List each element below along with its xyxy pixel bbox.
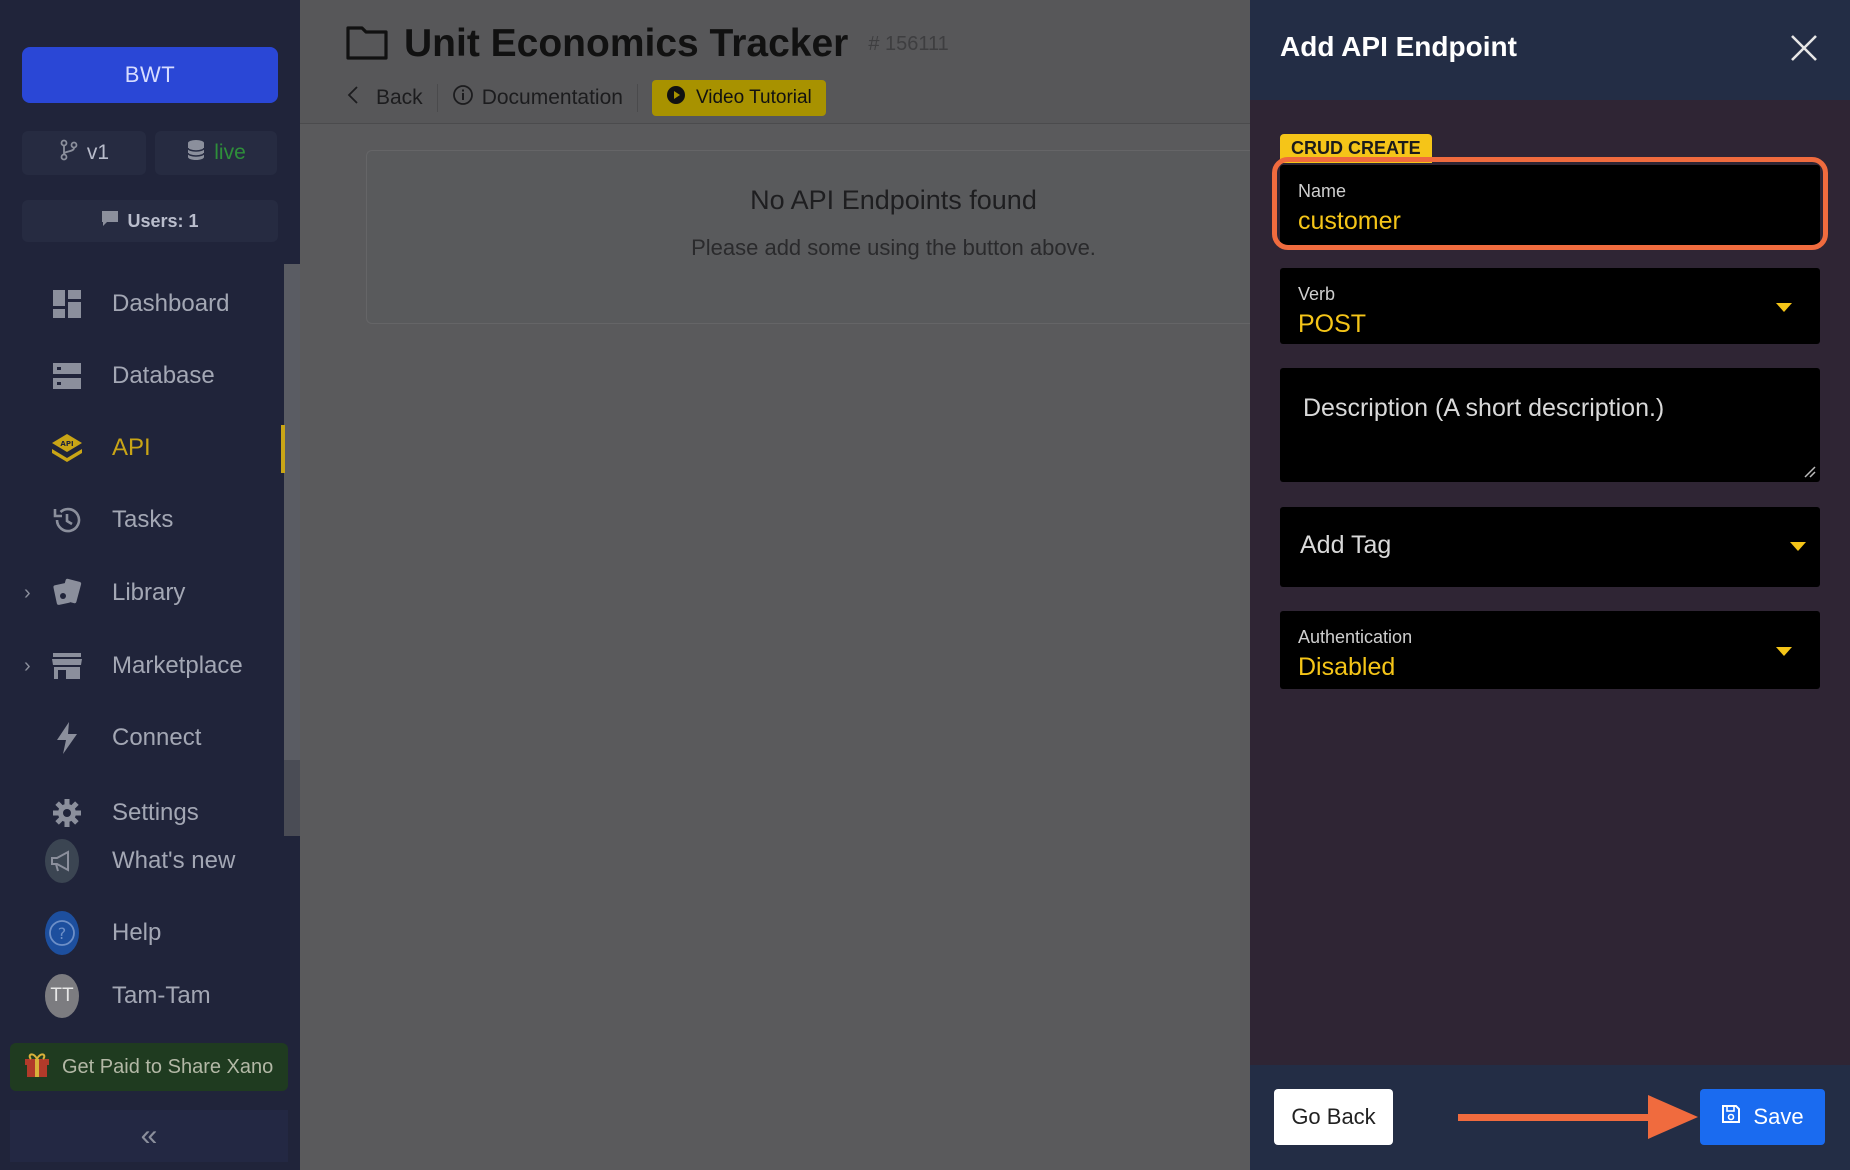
users-indicator[interactable]: Users: 1 [22, 200, 278, 242]
help-icon: ? [45, 911, 79, 955]
library-icon [50, 576, 84, 610]
chevron-right-icon: › [24, 654, 31, 677]
save-button[interactable]: Save [1700, 1089, 1825, 1145]
chat-icon [101, 210, 119, 232]
description-placeholder: Description (A short description.) [1303, 394, 1665, 422]
arrow-right-icon [1458, 1095, 1698, 1139]
sidebar-item-dashboard[interactable]: Dashboard [0, 276, 284, 332]
video-tutorial-label: Video Tutorial [695, 87, 812, 108]
database-icon [50, 359, 84, 393]
add-tag-placeholder: Add Tag [1300, 531, 1392, 559]
verb-label: Verb [1298, 284, 1336, 304]
folder-icon [346, 24, 388, 65]
avatar: TT [45, 974, 79, 1018]
datasource-selector[interactable]: live [155, 131, 277, 175]
verb-select[interactable]: Verb POST [1280, 268, 1820, 344]
panel-title: Add API Endpoint [1280, 31, 1517, 62]
caret-down-icon [1776, 647, 1792, 656]
sidebar-item-label: Settings [112, 799, 199, 826]
close-button[interactable] [1786, 30, 1822, 66]
user-name: Tam-Tam [112, 982, 211, 1009]
sidebar-item-database[interactable]: Database [0, 348, 284, 404]
play-icon [666, 85, 686, 111]
sidebar-item-label: Help [112, 919, 162, 946]
panel-footer: Go Back Save [1250, 1065, 1850, 1170]
authentication-select[interactable]: Authentication Disabled [1280, 611, 1820, 689]
divider [636, 84, 638, 112]
lightning-icon [50, 721, 84, 755]
sidebar-item-label: Marketplace [112, 652, 243, 679]
database-icon [186, 139, 206, 167]
video-tutorial-button[interactable]: Video Tutorial [651, 80, 826, 116]
save-label: Save [1753, 1104, 1804, 1129]
workspace-id: # 156111 [868, 32, 949, 55]
workspace-button[interactable]: BWT [22, 47, 278, 103]
sidebar-item-api[interactable]: API API [0, 420, 284, 476]
branch-icon [59, 139, 79, 167]
chevron-right-icon: › [24, 581, 31, 604]
gear-icon [50, 796, 84, 830]
api-icon: API [50, 431, 84, 465]
sidebar-item-label: API [112, 434, 151, 461]
svg-text:?: ? [58, 924, 67, 943]
store-icon [50, 649, 84, 683]
sidebar-item-label: Database [112, 362, 215, 389]
sidebar-item-label: Dashboard [112, 290, 230, 317]
documentation-label: Documentation [481, 86, 623, 109]
svg-text:API: API [60, 440, 73, 448]
branch-selector[interactable]: v1 [22, 131, 146, 175]
close-icon [1791, 35, 1817, 61]
sidebar-item-whats-new[interactable]: What's new [0, 833, 284, 889]
promo-banner[interactable]: Get Paid to Share Xano [10, 1043, 288, 1091]
back-label: Back [376, 86, 423, 109]
divider [436, 84, 438, 112]
authentication-value: Disabled [1298, 653, 1396, 681]
panel-header: Add API Endpoint [1250, 0, 1850, 100]
avatar-initials: TT [45, 974, 79, 1018]
sidebar-item-label: What's new [112, 847, 236, 874]
sidebar-item-label: Tasks [112, 506, 174, 533]
double-chevron-left-icon: « [140, 1119, 158, 1152]
sidebar-item-help[interactable]: ? Help [0, 905, 284, 961]
datasource-label: live [214, 141, 246, 164]
add-endpoint-panel: Add API Endpoint CRUD CREATE Name custom… [1250, 0, 1850, 1170]
floppy-disk-icon [1721, 1104, 1741, 1130]
gift-icon [24, 1050, 50, 1084]
sidebar-item-marketplace[interactable]: › Marketplace [0, 638, 284, 694]
sidebar-item-library[interactable]: › Library [0, 565, 284, 621]
caret-down-icon [1790, 542, 1806, 551]
dashboard-icon [50, 287, 84, 321]
sidebar-item-label: Library [112, 579, 186, 606]
back-link[interactable]: Back [346, 85, 423, 111]
add-tag-select[interactable]: Add Tag [1280, 507, 1820, 587]
branch-label: v1 [86, 141, 110, 164]
collapse-sidebar-button[interactable]: « [10, 1110, 288, 1162]
users-label: Users: 1 [127, 210, 199, 231]
description-textarea[interactable]: Description (A short description.) [1280, 368, 1820, 482]
documentation-link[interactable]: Documentation [452, 84, 623, 112]
name-field-highlight [1272, 157, 1828, 250]
go-back-button[interactable]: Go Back [1274, 1089, 1393, 1145]
promo-label: Get Paid to Share Xano [62, 1055, 274, 1078]
sidebar-scrollbar-thumb[interactable] [284, 264, 300, 760]
authentication-label: Authentication [1298, 627, 1413, 647]
resize-handle-icon[interactable] [1802, 464, 1816, 478]
sidebar-item-label: Connect [112, 724, 202, 751]
chevron-left-icon [346, 85, 360, 111]
verb-value: POST [1298, 310, 1367, 338]
history-icon [50, 503, 84, 537]
page-title: Unit Economics Tracker [404, 22, 849, 65]
sidebar-item-user[interactable]: TT Tam-Tam [0, 968, 284, 1024]
sidebar-item-tasks[interactable]: Tasks [0, 492, 284, 548]
info-icon [452, 84, 474, 112]
sidebar: BWT v1 live Users: 1 Dashboard Database [0, 0, 300, 1170]
sidebar-item-connect[interactable]: Connect [0, 710, 284, 766]
caret-down-icon [1776, 303, 1792, 312]
megaphone-icon [45, 839, 79, 883]
